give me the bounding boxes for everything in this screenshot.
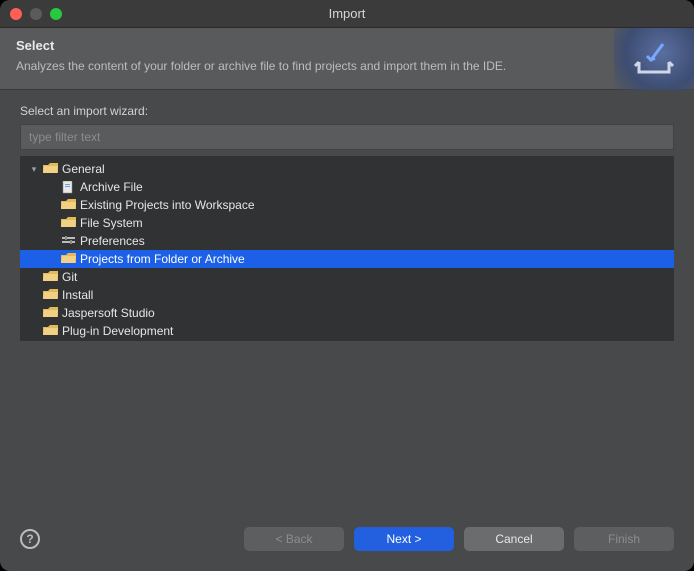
tree-node-label: Preferences (80, 234, 145, 248)
titlebar: Import (0, 0, 694, 28)
window-title: Import (0, 6, 694, 21)
folder-icon (42, 162, 58, 176)
window-controls (10, 8, 62, 20)
filter-input[interactable] (20, 124, 674, 150)
folder-import-icon (60, 198, 76, 212)
footer: ? < Back Next > Cancel Finish (0, 527, 694, 571)
banner-description: Analyzes the content of your folder or a… (16, 59, 556, 73)
maximize-icon[interactable] (50, 8, 62, 20)
back-button: < Back (244, 527, 344, 551)
content-area: Select an import wizard: ▾ General Archive… (0, 90, 694, 527)
tree-node[interactable]: File System (20, 214, 674, 232)
tree-node-label: Plug-in Development (62, 324, 173, 338)
tree-node[interactable]: Existing Projects into Workspace (20, 196, 674, 214)
tree-node[interactable]: Install (20, 286, 674, 304)
finish-button: Finish (574, 527, 674, 551)
tree-node[interactable]: Preferences (20, 232, 674, 250)
cancel-button[interactable]: Cancel (464, 527, 564, 551)
tree-node-label: Git (62, 270, 77, 284)
close-icon[interactable] (10, 8, 22, 20)
banner: Select Analyzes the content of your fold… (0, 28, 694, 90)
minimize-icon (30, 8, 42, 20)
tree-node[interactable]: Projects from Folder or Archive (20, 250, 674, 268)
file-icon (60, 180, 76, 194)
tree-node[interactable]: Git (20, 268, 674, 286)
folder-icon (42, 270, 58, 284)
prefs-icon (60, 234, 76, 248)
folder-icon (60, 216, 76, 230)
banner-title: Select (16, 38, 678, 53)
tree-node-label: File System (80, 216, 143, 230)
tree-node-label: Jaspersoft Studio (62, 306, 155, 320)
import-icon (614, 28, 694, 90)
tree-node-label: Projects from Folder or Archive (80, 252, 245, 266)
tree-node-label: Existing Projects into Workspace (80, 198, 255, 212)
wizard-tree[interactable]: ▾ General Archive File Existing Projects in… (20, 156, 674, 341)
folder-icon (42, 306, 58, 320)
folder-icon (42, 324, 58, 338)
tree-node[interactable]: Jaspersoft Studio (20, 304, 674, 322)
tree-node[interactable]: Archive File (20, 178, 674, 196)
folder-icon (42, 288, 58, 302)
help-icon[interactable]: ? (20, 529, 40, 549)
wizard-label: Select an import wizard: (20, 104, 674, 118)
spacer (20, 341, 674, 518)
tree-node[interactable]: ▾ General (20, 160, 674, 178)
import-dialog: Import Select Analyzes the content of yo… (0, 0, 694, 571)
tree-node-label: General (62, 162, 105, 176)
tree-node-label: Archive File (80, 180, 143, 194)
tree-node-label: Install (62, 288, 93, 302)
next-button[interactable]: Next > (354, 527, 454, 551)
tree-node[interactable]: Plug-in Development (20, 322, 674, 340)
folder-icon (60, 252, 76, 266)
chevron-down-icon[interactable]: ▾ (28, 164, 40, 175)
